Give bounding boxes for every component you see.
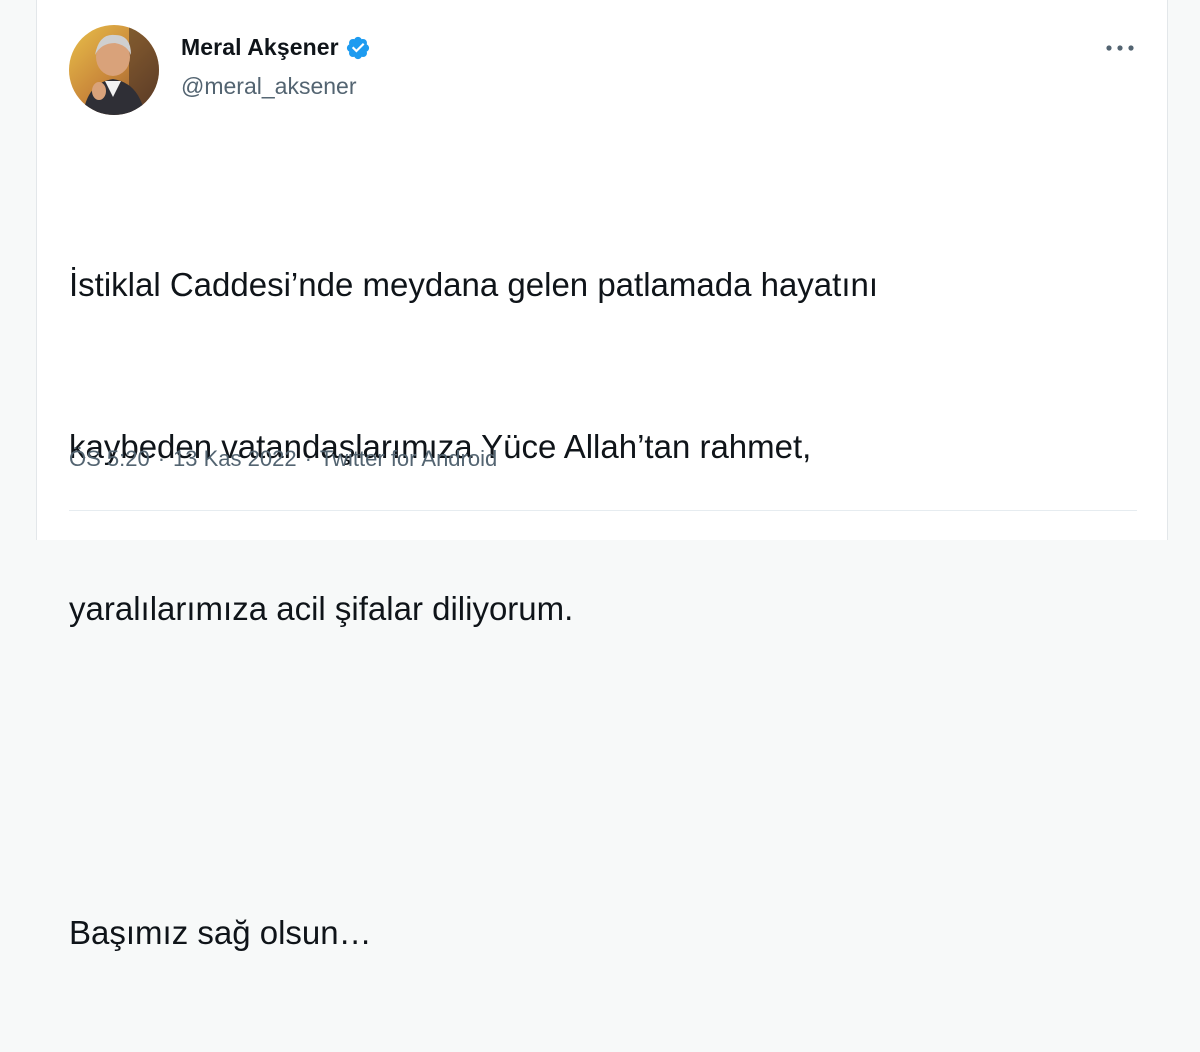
tweet-time[interactable]: ÖS 5:20: [69, 446, 150, 472]
tweet-source[interactable]: Twitter for Android: [320, 446, 497, 472]
tweet-line: Başımız sağ olsun…: [69, 914, 372, 951]
more-options-button[interactable]: [1103, 36, 1137, 60]
tweet-line: İstiklal Caddesi’nde meydana gelen patla…: [69, 266, 879, 303]
tweet-line: yaralılarımıza acil şifalar diliyorum.: [69, 590, 574, 627]
verified-badge-icon: [346, 36, 369, 59]
tweet-meta: ÖS 5:20 · 13 Kas 2022 · Twitter for Andr…: [69, 446, 497, 472]
divider: [69, 510, 1137, 511]
more-options-icon: [1106, 45, 1134, 51]
tweet-card: Meral Akşener @meral_aksener İstiklal Ca…: [36, 0, 1168, 951]
author-name[interactable]: Meral Akşener: [181, 34, 339, 61]
author-row: Meral Akşener: [181, 34, 371, 61]
tweet-text: İstiklal Caddesi’nde meydana gelen patla…: [69, 150, 1129, 1052]
author-handle[interactable]: @meral_aksener: [181, 73, 356, 100]
meta-separator: ·: [157, 446, 166, 471]
meta-separator: ·: [304, 446, 312, 471]
avatar-image: [69, 25, 159, 115]
tweet-date[interactable]: 13 Kas 2022: [173, 446, 297, 472]
avatar[interactable]: [69, 25, 159, 115]
